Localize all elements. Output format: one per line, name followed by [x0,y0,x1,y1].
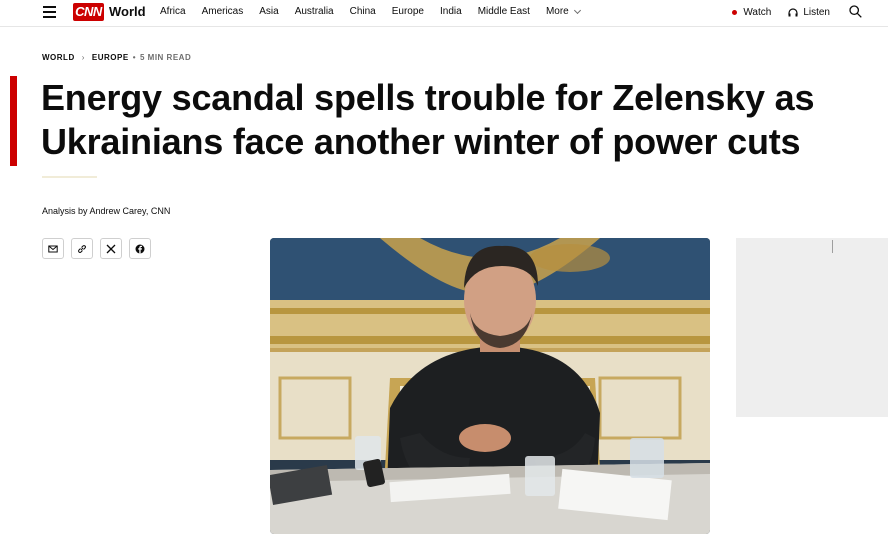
nav-link-africa[interactable]: Africa [160,6,186,17]
chevron-down-icon [573,6,581,14]
breadcrumb: WORLD › EUROPE • 5 MIN READ [42,53,191,62]
link-icon [78,244,86,253]
header-actions: Watch Listen [732,5,862,19]
watch-label: Watch [743,7,772,18]
breadcrumb-europe[interactable]: EUROPE [92,53,129,62]
headline-divider [42,176,97,178]
live-dot-icon [732,10,738,15]
menu-icon[interactable] [43,6,56,18]
headphones-icon [788,8,798,17]
email-icon [48,245,58,252]
nav-more-label: More [545,6,569,17]
search-icon[interactable] [849,5,862,18]
facebook-icon [135,244,145,253]
share-facebook-button[interactable] [129,238,151,259]
section-title[interactable]: World [109,4,146,19]
read-time-separator: • [132,53,136,62]
share-toolbar [42,238,151,259]
breadcrumb-world[interactable]: WORLD [42,53,75,62]
nav-more-button[interactable]: More [545,6,581,17]
breadcrumb-chevron-icon: › [81,53,85,62]
section-nav: Africa Americas Asia Australia China Eur… [160,6,596,17]
nav-link-asia[interactable]: Asia [259,6,278,17]
hero-photo-illustration [270,238,710,534]
top-navigation: CNN World Africa Americas Asia Australia… [0,0,888,27]
listen-button[interactable]: Listen [788,7,830,18]
watch-button[interactable]: Watch [732,7,771,18]
hero-caption [270,540,710,545]
ad-marker [832,240,833,253]
hero-photo[interactable] [270,238,710,534]
nav-link-australia[interactable]: Australia [295,6,334,17]
share-email-button[interactable] [42,238,64,259]
share-x-button[interactable] [100,238,122,259]
article-byline[interactable]: Analysis by Andrew Carey, CNN [42,206,170,216]
article-headline: Energy scandal spells trouble for Zelens… [41,77,815,162]
x-icon [106,244,116,253]
share-link-button[interactable] [71,238,93,259]
listen-label: Listen [803,7,830,18]
nav-link-india[interactable]: India [440,6,462,17]
nav-link-americas[interactable]: Americas [202,6,244,17]
read-time: 5 MIN READ [140,53,192,62]
nav-link-middle-east[interactable]: Middle East [478,6,530,17]
nav-link-china[interactable]: China [350,6,376,17]
nav-link-europe[interactable]: Europe [392,6,424,17]
cnn-logo[interactable]: CNN [73,3,104,21]
headline-accent-bar [10,76,17,166]
ad-slot[interactable] [736,238,888,417]
